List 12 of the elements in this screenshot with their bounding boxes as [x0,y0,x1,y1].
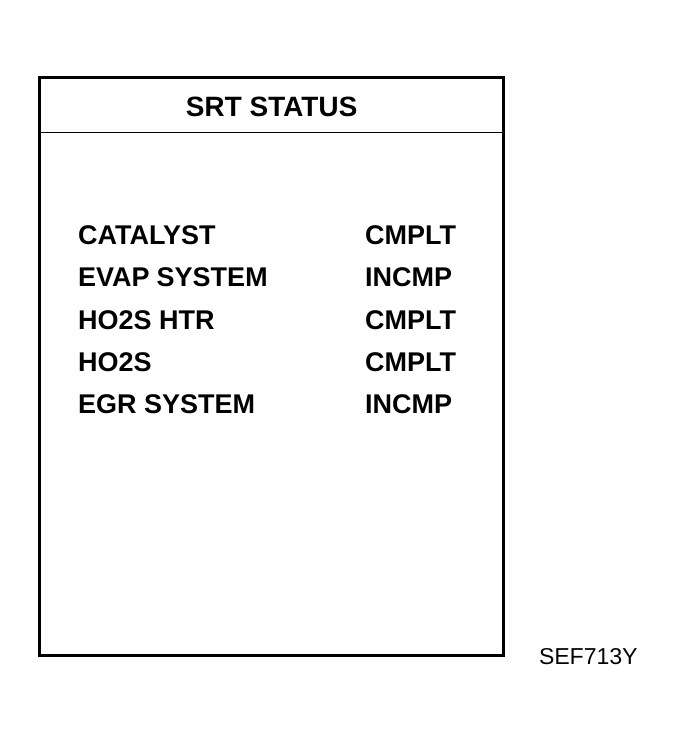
panel-title: SRT STATUS [186,90,358,124]
monitor-status: CMPLT [365,346,456,379]
monitor-status: INCMP [365,388,452,422]
monitor-name: EVAP SYSTEM [78,261,268,294]
monitor-status: CMPLT [365,304,456,337]
monitor-status: INCMP [365,261,452,294]
figure-code: SEF713Y [539,643,638,669]
monitor-name: CATALYST [78,219,216,252]
monitor-status: CMPLT [365,219,456,252]
monitor-name: EGR SYSTEM [78,388,256,422]
monitor-name: HO2S [78,346,152,379]
monitor-name: HO2S HTR [78,304,215,337]
